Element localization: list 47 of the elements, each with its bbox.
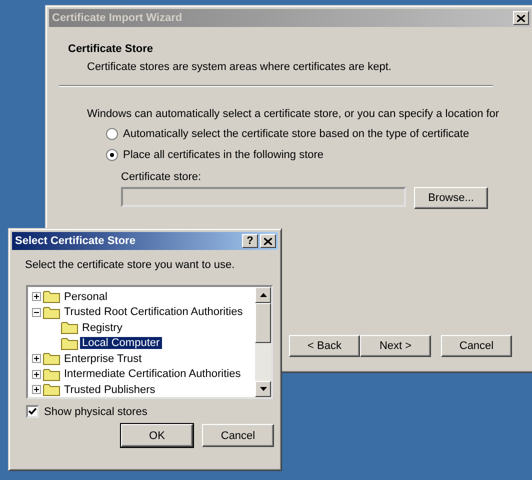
tree-item[interactable]: Personal xyxy=(62,290,110,303)
wizard-button[interactable]: Next > xyxy=(360,335,431,357)
expander-icon[interactable] xyxy=(32,385,41,394)
show-physical-checkbox[interactable]: Show physical stores xyxy=(26,405,278,418)
dialog-button[interactable]: Cancel xyxy=(202,424,274,447)
radio-button[interactable] xyxy=(106,149,118,161)
folder-icon xyxy=(43,290,60,304)
window-title: Certificate Import Wizard xyxy=(52,12,184,24)
radio-option[interactable]: Automatically select the certificate store based on the type of certificate xyxy=(106,128,531,140)
folder-icon xyxy=(43,383,60,396)
folder-icon xyxy=(61,321,78,334)
expander-icon[interactable] xyxy=(32,354,41,364)
folder-icon xyxy=(43,306,60,319)
wizard-button[interactable]: < Back xyxy=(289,335,360,357)
scrollbar[interactable] xyxy=(255,287,271,397)
tree-item[interactable]: Local Computer xyxy=(80,337,162,350)
wizard-subheading: Certificate stores are system areas where certificates are kept. xyxy=(87,61,392,73)
prompt-text: Select the certificate store you want to use. xyxy=(25,259,236,271)
close-icon xyxy=(264,238,272,244)
tree-item[interactable]: Intermediate Certification Authorities xyxy=(62,368,243,380)
tree-item[interactable]: Trusted Publishers xyxy=(62,384,158,396)
tree-item[interactable]: Registry xyxy=(80,322,124,334)
expander-icon[interactable] xyxy=(32,308,41,317)
close-icon xyxy=(517,14,525,22)
tree-item[interactable]: Enterprise Trust xyxy=(62,352,144,365)
window-title: Select Certificate Store xyxy=(15,235,136,247)
wizard-button[interactable]: Cancel xyxy=(441,335,512,357)
folder-icon xyxy=(61,336,78,350)
intro-text: Windows can automatically select a certificate store, or you can specify a location for xyxy=(87,108,500,120)
wizard-heading: Certificate Store xyxy=(68,43,154,55)
close-button[interactable] xyxy=(513,11,529,25)
folder-icon xyxy=(43,352,60,366)
checkbox[interactable] xyxy=(26,405,39,418)
dialog-button[interactable]: OK xyxy=(121,424,193,447)
folder-icon xyxy=(43,368,60,381)
expander-icon[interactable] xyxy=(32,292,41,302)
store-field[interactable] xyxy=(121,187,406,207)
tree-item[interactable]: Trusted Root Certification Authorities xyxy=(62,306,245,318)
browse-button[interactable]: Browse... xyxy=(414,187,488,209)
close-button[interactable] xyxy=(260,234,276,248)
radio-option[interactable]: Place all certificates in the following store xyxy=(106,149,531,161)
expander-icon[interactable] xyxy=(32,370,41,379)
radio-button[interactable] xyxy=(106,128,118,140)
down-arrow-icon[interactable] xyxy=(260,387,266,391)
help-button[interactable]: ? xyxy=(242,234,258,248)
up-arrow-icon[interactable] xyxy=(260,293,266,297)
field-label: Certificate store: xyxy=(121,171,202,183)
